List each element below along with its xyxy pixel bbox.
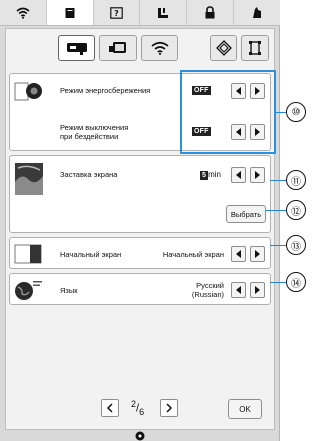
- sewing-status-icon: [135, 431, 145, 441]
- screensaver-image-icon: [15, 163, 43, 195]
- ok-button[interactable]: OK: [228, 399, 262, 419]
- chevron-left-icon: [106, 403, 113, 413]
- page-total: 6: [139, 406, 145, 417]
- document-icon: [65, 7, 75, 18]
- help-icon: ?: [110, 6, 123, 19]
- right-arrow-icon: [255, 250, 260, 258]
- subtab-frame[interactable]: [241, 35, 269, 61]
- callout-12: ⑫: [286, 200, 306, 220]
- subtab-settings-diamond[interactable]: [209, 35, 238, 61]
- callout-line-12: [266, 210, 286, 211]
- screensaver-right-button[interactable]: [250, 167, 265, 183]
- globe-icon: [15, 281, 42, 300]
- callout-11: ⑪: [286, 170, 306, 190]
- left-arrow-icon: [236, 286, 241, 294]
- home-screen-panel: Начальный экран Начальный экран: [9, 237, 271, 269]
- power-saving-icon: [14, 82, 42, 101]
- tab-settings[interactable]: [46, 0, 94, 25]
- callout-10: ⑩: [286, 102, 306, 122]
- embroidery-unit-icon: [109, 42, 127, 53]
- screensaver-select-button[interactable]: Выбрать: [226, 205, 266, 223]
- frame-icon: [249, 41, 262, 55]
- subtab-embroidery[interactable]: [99, 35, 137, 61]
- language-value-line1: Русский: [196, 281, 224, 290]
- device-frame: ? Режим энергосбережения OFF Режим выклю…: [0, 0, 280, 441]
- screensaver-panel: Заставка экрана 5 min Выбрать: [9, 155, 271, 233]
- bobbin-icon: [253, 7, 262, 18]
- boot-icon: [158, 7, 169, 18]
- sub-tab-bar: [58, 35, 269, 63]
- home-screen-value: Начальный экран: [162, 250, 224, 259]
- tab-presser-foot[interactable]: [140, 0, 188, 25]
- language-panel: Язык Русский (Russian): [9, 273, 271, 305]
- screensaver-unit: min: [208, 170, 221, 179]
- tab-help[interactable]: ?: [94, 0, 141, 25]
- screensaver-value: 5 min: [200, 170, 221, 180]
- home-screen-label: Начальный экран: [60, 250, 122, 259]
- home-screen-left-button[interactable]: [231, 246, 246, 262]
- left-arrow-icon: [236, 171, 241, 179]
- subtab-wireless[interactable]: [140, 35, 179, 61]
- language-left-button[interactable]: [231, 282, 246, 298]
- right-arrow-icon: [255, 171, 260, 179]
- lock-icon: [205, 6, 215, 19]
- wireless-icon: [150, 41, 169, 55]
- svg-text:?: ?: [114, 9, 119, 18]
- language-right-button[interactable]: [250, 282, 265, 298]
- callout-line-11: [270, 180, 286, 181]
- shutdown-mode-label-line2: при бездействии: [60, 132, 119, 141]
- home-screen-icon: [14, 244, 42, 264]
- top-tab-bar: ?: [0, 0, 280, 26]
- screensaver-label: Заставка экрана: [60, 170, 118, 179]
- callout-highlight-box: [180, 70, 276, 154]
- sewing-machine-icon: [66, 43, 87, 55]
- subtab-spacer: [182, 35, 206, 63]
- wifi-icon: [16, 7, 30, 19]
- eco-mode-label: Режим энергосбережения: [60, 86, 151, 95]
- home-screen-right-button[interactable]: [250, 246, 265, 262]
- settings-diamond-icon: [215, 40, 232, 56]
- tab-lock[interactable]: [187, 0, 235, 25]
- tab-wifi[interactable]: [0, 0, 47, 25]
- screensaver-minutes: 5: [200, 171, 209, 180]
- screensaver-left-button[interactable]: [231, 167, 246, 183]
- chevron-right-icon: [166, 403, 173, 413]
- right-arrow-icon: [255, 286, 260, 294]
- left-arrow-icon: [236, 250, 241, 258]
- callout-13: ⑬: [286, 235, 306, 255]
- page-indicator: 2/6: [131, 399, 144, 417]
- previous-page-button[interactable]: [101, 399, 119, 417]
- language-label: Язык: [60, 286, 78, 295]
- callout-line-10: [276, 112, 286, 113]
- callout-14: ⑭: [286, 272, 306, 292]
- tab-bobbin[interactable]: [234, 0, 280, 25]
- next-page-button[interactable]: [160, 399, 178, 417]
- subtab-sewing[interactable]: [58, 35, 96, 61]
- shutdown-mode-label-line1: Режим выключения: [60, 123, 129, 132]
- callout-line-14: [270, 282, 286, 283]
- callout-line-13: [270, 245, 286, 246]
- language-value-line2: (Russian): [191, 290, 224, 299]
